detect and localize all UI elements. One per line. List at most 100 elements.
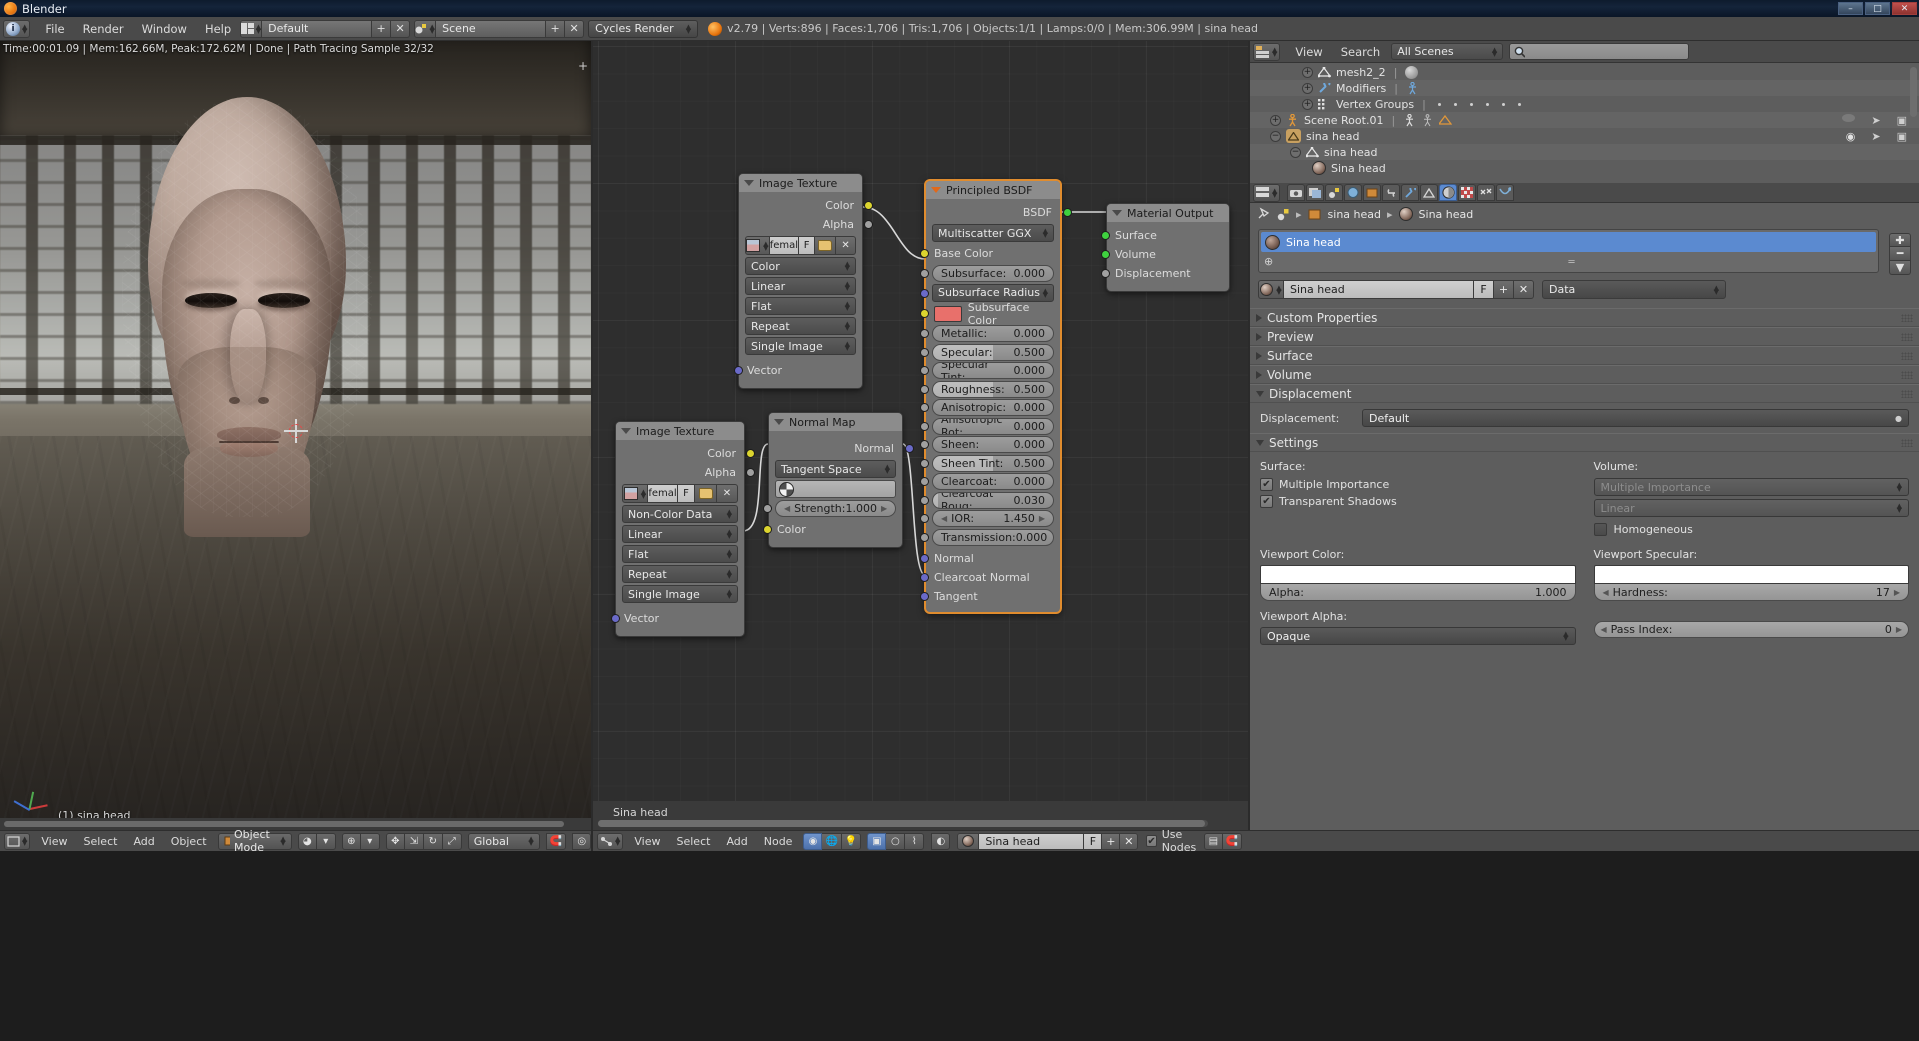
viewport-specular-swatch[interactable] (1593, 565, 1909, 584)
node-header[interactable]: Normal Map (769, 413, 902, 431)
properties-editor-type-selector[interactable]: ▲ ▼ (1253, 183, 1281, 202)
socket-displacement[interactable] (1101, 269, 1110, 278)
breadcrumb-object[interactable]: sina head (1328, 208, 1381, 221)
tab-constraints[interactable] (1382, 184, 1401, 201)
panel-settings[interactable]: Settings (1250, 433, 1919, 452)
socket-color[interactable] (864, 201, 873, 210)
viewport-menu-add[interactable]: Add (125, 835, 162, 848)
add-screen-layout-button[interactable]: + (372, 19, 392, 38)
node-menu-view[interactable]: View (626, 835, 668, 848)
interpolation-dropdown[interactable]: Linear ▲ ▼ (745, 277, 856, 295)
shader-node-editor[interactable]: Image Texture Color Alpha ▲ ▼ femal F ✕ C… (593, 41, 1248, 830)
node-header[interactable]: Image Texture (739, 174, 862, 192)
socket-anisotropic-rotation[interactable] (920, 421, 929, 431)
outliner-row-sina-head-object[interactable]: − sina head ◉ ➤ ▣ (1250, 128, 1919, 144)
displacement-dropdown[interactable]: Default ● (1362, 409, 1909, 427)
add-slot-icon[interactable]: ⊕ (1264, 255, 1273, 268)
list-grip-icon[interactable]: ═ (1569, 257, 1575, 268)
outliner-row-sina-head-material[interactable]: Sina head (1250, 160, 1919, 176)
socket-alpha[interactable] (746, 468, 755, 477)
viewport-menu-object[interactable]: Object (163, 835, 215, 848)
panel-volume[interactable]: Volume (1250, 365, 1919, 384)
node-menu-select[interactable]: Select (669, 835, 719, 848)
outliner-row-scene-root[interactable]: + Scene Root.01 | ➤ ▣ (1250, 112, 1919, 128)
menu-help[interactable]: Help (196, 20, 240, 38)
image-browse-icon[interactable]: ▲ ▼ (622, 484, 648, 503)
socket-tangent[interactable] (920, 591, 929, 601)
tab-physics[interactable] (1496, 184, 1515, 201)
decrement-icon[interactable]: ◀ (784, 504, 790, 513)
socket-normal[interactable] (920, 553, 929, 563)
pivot-point-icon[interactable]: ⊕ (341, 832, 361, 850)
hide-toggle-icon[interactable] (1842, 113, 1856, 122)
specular-slider[interactable]: Specular: 0.500 (932, 343, 1054, 361)
fake-user-button[interactable]: F (1084, 832, 1103, 850)
tab-scene[interactable] (1325, 184, 1344, 201)
add-material-slot-button[interactable]: ✚ (1889, 233, 1911, 247)
transmission-slider[interactable]: Transmission: 0.000 (932, 528, 1054, 546)
fake-user-button[interactable]: F (799, 236, 816, 255)
socket-clearcoat-roughness[interactable] (920, 495, 929, 505)
new-material-button[interactable]: + (1494, 280, 1514, 299)
outliner-display-mode[interactable]: All Scenes ▲ ▼ (1391, 43, 1504, 60)
armature-modifier-icon[interactable] (1406, 81, 1419, 95)
tab-particles[interactable] (1477, 184, 1496, 201)
subsurface-radius-dropdown[interactable]: Subsurface Radius ▲ ▼ (932, 283, 1054, 302)
image-name[interactable]: femal (769, 236, 800, 255)
shader-type-lamp-icon[interactable]: 💡 (841, 832, 862, 850)
decrement-icon[interactable]: ◀ (1603, 588, 1609, 597)
expand-toggle-icon[interactable]: + (1302, 82, 1313, 94)
render-toggle-icon[interactable]: ▣ (1897, 130, 1907, 143)
close-button[interactable]: ✕ (1892, 2, 1917, 15)
subsurface-color-swatch[interactable] (934, 305, 962, 322)
browse-material-icon[interactable] (957, 832, 980, 850)
render-toggle-icon[interactable]: ▣ (1897, 114, 1907, 127)
socket-anisotropic[interactable] (920, 403, 929, 412)
pose-icon[interactable] (1403, 113, 1416, 127)
socket-normal[interactable] (905, 444, 914, 453)
browse-material-icon[interactable]: ▲ ▼ (1258, 280, 1284, 299)
socket-clearcoat-normal[interactable] (920, 572, 929, 582)
node-header[interactable]: Image Texture (616, 422, 744, 440)
collapse-triangle-icon[interactable] (1112, 210, 1122, 216)
remove-material-slot-button[interactable]: ━ (1889, 247, 1911, 261)
node-principled-bsdf[interactable]: Principled BSDF BSDF Multiscatter GGX ▲ ▼… (920, 180, 1072, 613)
mesh-icon[interactable] (1439, 114, 1453, 126)
node-material-name-field[interactable]: Sina head (979, 832, 1085, 850)
collapse-toggle-icon[interactable]: − (1290, 146, 1301, 158)
tab-object[interactable] (1363, 184, 1382, 201)
tab-modifiers[interactable] (1401, 184, 1420, 201)
socket-metallic[interactable] (920, 329, 929, 338)
material-slot-list[interactable]: Sina head ⊕ ═ (1258, 229, 1879, 273)
transparent-shadows-row[interactable]: ✔ Transparent Shadows (1260, 495, 1576, 508)
bones-icon[interactable] (1421, 113, 1434, 127)
socket-sheen-tint[interactable] (920, 458, 929, 468)
screen-layout-name[interactable]: Default (262, 19, 373, 38)
tab-material[interactable] (1439, 184, 1458, 201)
unlink-material-button[interactable]: ✕ (1120, 832, 1139, 850)
maximize-button[interactable]: □ (1865, 2, 1890, 15)
magnet-icon[interactable]: 🧲 (545, 832, 567, 850)
use-nodes-checkbox[interactable]: ✔ (1146, 835, 1157, 847)
viewport-menu-select[interactable]: Select (76, 835, 126, 848)
node-material-output[interactable]: Material Output Surface Volume Displacem… (1101, 203, 1230, 292)
context-linestyle-icon[interactable]: ⌇ (905, 832, 925, 850)
socket-strength[interactable] (763, 504, 772, 513)
context-world-icon[interactable]: ○ (886, 832, 906, 850)
space-dropdown[interactable]: Tangent Space ▲ ▼ (775, 460, 896, 478)
context-object-icon[interactable]: ▣ (867, 832, 887, 850)
tab-render-layers[interactable] (1306, 184, 1325, 201)
outliner-search-field[interactable] (1525, 45, 1689, 58)
volume-sampling-dropdown[interactable]: Multiple Importance ▲ ▼ (1593, 478, 1909, 496)
socket-subsurface-color[interactable] (920, 309, 929, 318)
scene-name[interactable]: Scene (436, 19, 547, 38)
add-scene-button[interactable]: + (546, 19, 566, 38)
scene-icon[interactable]: ▲ ▼ (414, 19, 437, 38)
outliner-menu-search[interactable]: Search (1332, 43, 1390, 61)
transparent-shadows-checkbox[interactable]: ✔ (1260, 495, 1273, 508)
material-slot-menu-button[interactable]: ▼ (1889, 261, 1911, 275)
socket-vector[interactable] (611, 614, 620, 623)
open-image-icon[interactable] (695, 484, 717, 503)
panel-preview[interactable]: Preview (1250, 327, 1919, 346)
proportional-edit-icon[interactable]: ◎ (572, 832, 592, 850)
